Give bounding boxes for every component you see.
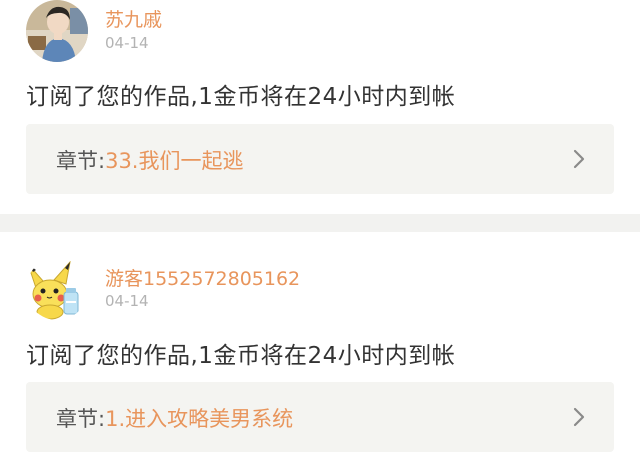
chapter-label: 章节: <box>56 149 106 173</box>
notification-card: 游客1552572805162 04-14 订阅了您的作品,1金币将在24小时内… <box>0 232 640 455</box>
timestamp: 04-14 <box>105 292 149 310</box>
chapter-link[interactable]: 章节:33.我们一起逃 <box>26 124 614 194</box>
pikachu-avatar-icon <box>26 258 88 320</box>
username[interactable]: 苏九戚 <box>105 5 162 32</box>
avatar[interactable] <box>26 0 88 62</box>
notification-message: 订阅了您的作品,1金币将在24小时内到帐 <box>26 84 456 110</box>
chapter-title: 1.进入攻略美男系统 <box>105 407 294 431</box>
chevron-right-icon <box>573 149 585 169</box>
divider <box>0 214 640 232</box>
chevron-right-icon <box>573 407 585 427</box>
chapter-info: 章节:1.进入攻略美男系统 <box>56 403 293 433</box>
notification-feed: 苏九戚 04-14 订阅了您的作品,1金币将在24小时内到帐 章节:33.我们一… <box>0 0 640 455</box>
avatar-photo-icon <box>26 0 88 62</box>
notification-message: 订阅了您的作品,1金币将在24小时内到帐 <box>26 343 456 369</box>
avatar[interactable] <box>26 258 88 320</box>
chapter-title: 33.我们一起逃 <box>105 149 244 173</box>
chapter-link[interactable]: 章节:1.进入攻略美男系统 <box>26 382 614 452</box>
timestamp: 04-14 <box>105 34 149 52</box>
chapter-label: 章节: <box>56 407 106 431</box>
chapter-info: 章节:33.我们一起逃 <box>56 145 243 175</box>
username[interactable]: 游客1552572805162 <box>105 264 300 291</box>
notification-card: 苏九戚 04-14 订阅了您的作品,1金币将在24小时内到帐 章节:33.我们一… <box>0 0 640 214</box>
